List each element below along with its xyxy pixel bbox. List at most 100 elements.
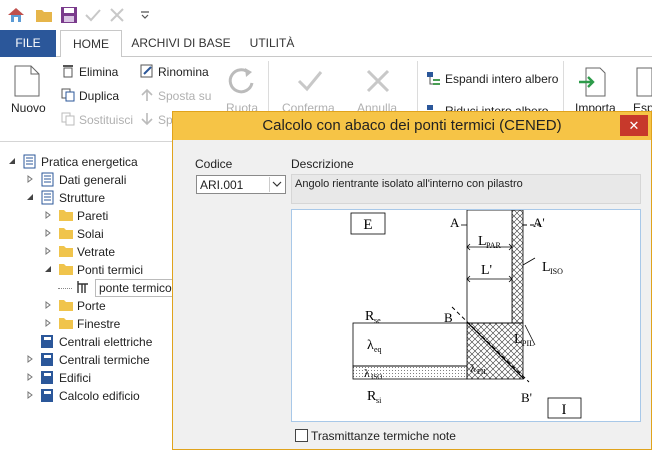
tree-item-label[interactable]: Dati generali bbox=[59, 171, 126, 189]
tree-item-label[interactable]: Porte bbox=[77, 297, 106, 315]
export-icon bbox=[636, 67, 652, 100]
tree-item-label[interactable]: Edifici bbox=[59, 369, 91, 387]
label-a-prime: A' bbox=[533, 215, 545, 230]
arrow-down-icon bbox=[140, 112, 154, 129]
import-icon bbox=[578, 67, 606, 100]
label-rsi-sub: si bbox=[376, 396, 382, 405]
open-folder-icon[interactable] bbox=[35, 6, 53, 24]
collapsed-triangle-icon[interactable] bbox=[26, 391, 34, 401]
sostituisci-button: Sostituisci bbox=[79, 113, 134, 127]
tree-item-label[interactable]: Calcolo edificio bbox=[59, 387, 140, 405]
tab-file[interactable]: FILE bbox=[0, 30, 56, 57]
codice-value: ARI.001 bbox=[200, 178, 244, 192]
cancel-x-icon bbox=[364, 67, 392, 98]
thermal-bridge-icon bbox=[76, 280, 92, 296]
tree-item-label[interactable]: Centrali termiche bbox=[59, 351, 150, 369]
label-lambda-iso-sub: ISO bbox=[371, 373, 382, 381]
collapsed-triangle-icon[interactable] bbox=[44, 211, 52, 221]
tree-item-label[interactable]: Finestre bbox=[77, 315, 120, 333]
tree-item-label[interactable]: Ponti termici bbox=[77, 261, 143, 279]
close-button[interactable]: ✕ bbox=[620, 115, 648, 136]
document-icon bbox=[22, 154, 38, 170]
collapsed-triangle-icon[interactable] bbox=[44, 229, 52, 239]
rename-icon bbox=[140, 64, 154, 81]
label-b: B bbox=[444, 310, 453, 325]
codice-label: Codice bbox=[195, 157, 233, 171]
trasmittanze-checkbox[interactable] bbox=[295, 429, 308, 442]
tab-archivi-di-base[interactable]: ARCHIVI DI BASE bbox=[128, 30, 234, 57]
tree-item-label[interactable]: Solai bbox=[77, 225, 104, 243]
dim-liso bbox=[522, 257, 536, 266]
book-icon bbox=[40, 388, 56, 404]
tree-item-label[interactable]: ponte termico bbox=[95, 279, 176, 297]
sposta-su-button: Sposta su bbox=[158, 89, 212, 103]
label-e: E bbox=[363, 217, 372, 233]
folder-icon bbox=[58, 316, 74, 332]
tree-connector-line bbox=[58, 288, 72, 289]
nuovo-button[interactable]: Nuovo bbox=[11, 101, 46, 115]
insulation-layer-vertical bbox=[511, 209, 524, 324]
arrow-up-icon bbox=[140, 88, 154, 105]
replace-icon bbox=[61, 112, 75, 129]
thermal-bridge-dialog: Calcolo con abaco dei ponti termici (CEN… bbox=[172, 111, 652, 450]
expanded-triangle-icon[interactable] bbox=[44, 265, 52, 275]
tab-home[interactable]: HOME bbox=[60, 30, 122, 58]
elimina-button[interactable]: Elimina bbox=[79, 65, 118, 79]
expand-tree-icon bbox=[426, 71, 442, 90]
descrizione-field: Angolo rientrante isolato all'interno co… bbox=[291, 174, 641, 204]
delete-icon bbox=[61, 64, 75, 81]
label-lpar-sub: PAR bbox=[486, 241, 501, 250]
rinomina-button[interactable]: Rinomina bbox=[158, 65, 209, 79]
label-lprime: L' bbox=[481, 263, 492, 278]
customize-dropdown-icon[interactable] bbox=[136, 6, 154, 24]
expanded-triangle-icon[interactable] bbox=[26, 193, 34, 203]
espandi-albero-button[interactable]: Espandi intero albero bbox=[445, 72, 558, 86]
trasmittanze-label: Trasmittanze termiche note bbox=[311, 429, 456, 443]
duplica-button[interactable]: Duplica bbox=[79, 89, 119, 103]
check-icon bbox=[84, 6, 102, 24]
rotate-icon bbox=[225, 65, 257, 100]
collapsed-triangle-icon[interactable] bbox=[26, 175, 34, 185]
quick-access-toolbar bbox=[0, 0, 652, 30]
collapsed-triangle-icon[interactable] bbox=[26, 355, 34, 365]
label-lambda-eq-sub: eq bbox=[374, 345, 382, 354]
save-icon[interactable] bbox=[60, 6, 78, 24]
sposta-giu-button: Sp bbox=[158, 113, 173, 127]
label-liso-sub: ISO bbox=[550, 267, 563, 276]
ribbon-tabs: FILE HOME ARCHIVI DI BASE UTILITÀ bbox=[0, 30, 652, 58]
tree-item-label[interactable]: Pareti bbox=[77, 207, 108, 225]
tree-item-label[interactable]: Centrali elettriche bbox=[59, 333, 152, 351]
folder-icon bbox=[58, 244, 74, 260]
tree-item-label[interactable]: Strutture bbox=[59, 189, 105, 207]
label-lambda-pil-main: λ bbox=[470, 361, 476, 375]
label-a: A bbox=[450, 215, 460, 230]
collapsed-triangle-icon[interactable] bbox=[44, 319, 52, 329]
new-document-icon bbox=[14, 65, 40, 100]
folder-icon bbox=[58, 262, 74, 278]
label-lambda-eq-main: λ bbox=[367, 338, 374, 353]
folder-icon bbox=[58, 208, 74, 224]
collapsed-triangle-icon[interactable] bbox=[26, 373, 34, 383]
confirm-check-icon bbox=[296, 67, 324, 98]
chevron-down-icon bbox=[269, 177, 283, 192]
book-icon bbox=[40, 352, 56, 368]
book-icon bbox=[40, 370, 56, 386]
tree-item-label[interactable]: Vetrate bbox=[77, 243, 115, 261]
expanded-triangle-icon[interactable] bbox=[8, 157, 16, 167]
label-rse-sub: se bbox=[374, 316, 381, 325]
thermal-bridge-diagram: E I A A' B B' L PAR L' L ISO L PIL R se … bbox=[291, 209, 641, 422]
label-lambda-pil-sub: PIL bbox=[477, 368, 488, 376]
home-icon[interactable] bbox=[7, 6, 25, 24]
collapsed-triangle-icon[interactable] bbox=[44, 301, 52, 311]
tab-utilita[interactable]: UTILITÀ bbox=[240, 30, 304, 57]
label-lambda-iso-main: λ bbox=[364, 366, 370, 380]
descrizione-value: Angolo rientrante isolato all'interno co… bbox=[295, 178, 523, 190]
codice-select[interactable]: ARI.001 bbox=[196, 175, 286, 194]
book-icon bbox=[40, 334, 56, 350]
label-lpil-sub: PIL bbox=[522, 339, 534, 348]
duplicate-icon bbox=[61, 88, 75, 105]
collapsed-triangle-icon[interactable] bbox=[44, 247, 52, 257]
descrizione-label: Descrizione bbox=[291, 157, 354, 171]
tree-item-label[interactable]: Pratica energetica bbox=[41, 153, 138, 171]
document-icon bbox=[40, 172, 56, 188]
